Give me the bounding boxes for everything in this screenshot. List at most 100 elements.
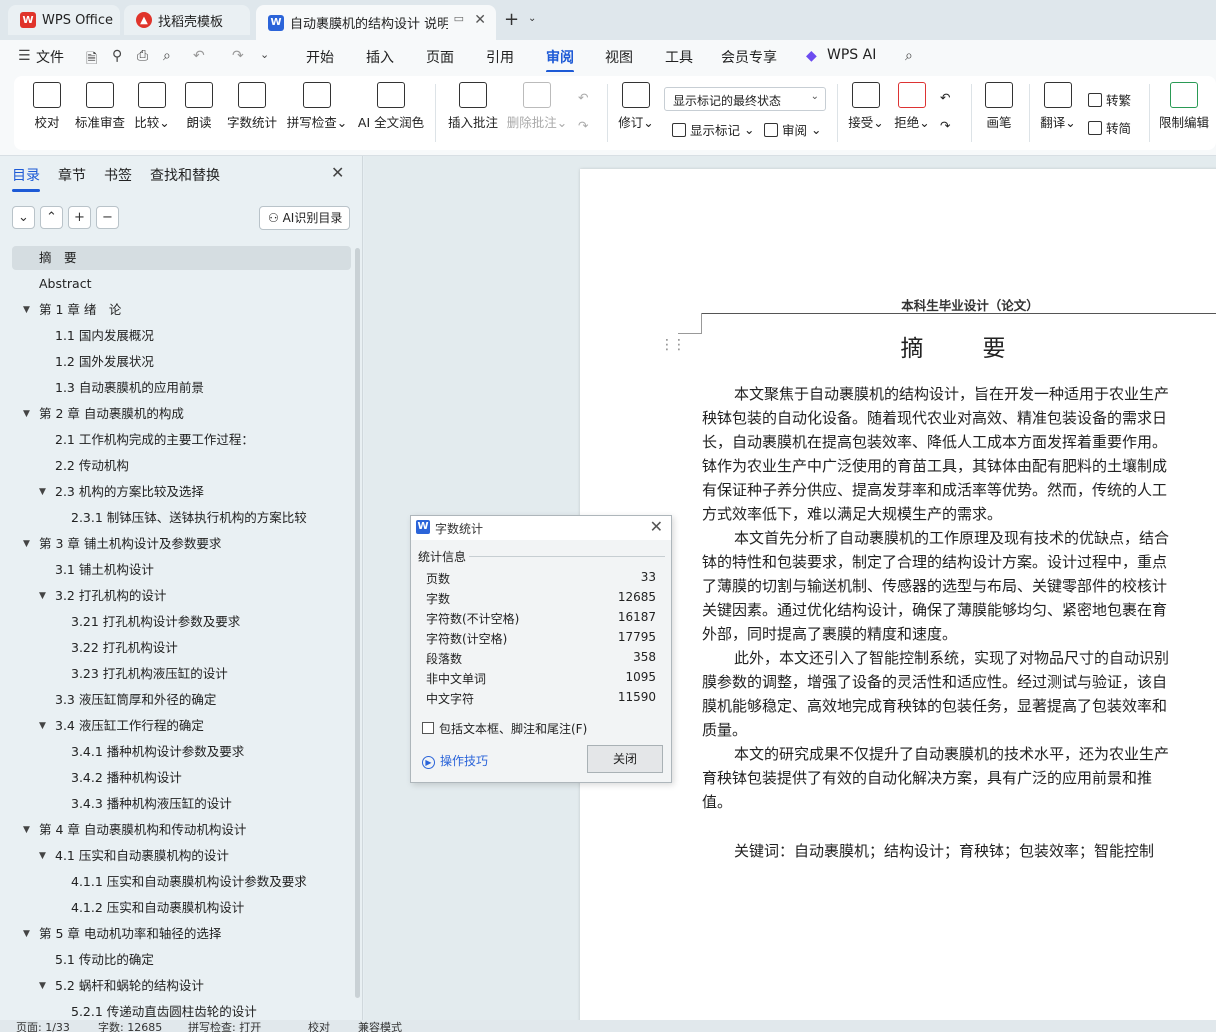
hamburger-icon[interactable]: ☰ [18, 48, 31, 64]
prev-comment-icon[interactable]: ↶ [578, 90, 588, 105]
toc-item[interactable]: 4.1.1 压实和自动裹膜机构设计参数及要求 [12, 870, 351, 894]
toc-item[interactable]: ▼ 3.4 液压缸工作行程的确定 [12, 714, 351, 738]
reject-button[interactable]: 拒绝⌄ [892, 76, 932, 131]
new-tab-icon[interactable]: + [504, 9, 519, 30]
review-pane-button[interactable]: 审阅 ⌄ [764, 120, 822, 139]
toc-item[interactable]: 3.22 打孔机构设计 [12, 636, 351, 660]
document-page[interactable]: 本科生毕业设计（论文） ⋮⋮ 摘 要 本文聚焦于自动裹膜机的结构设计，旨在开发一… [580, 169, 1216, 1029]
toc-item[interactable]: 5.1 传动比的确定 [12, 948, 351, 972]
collapse-arrow-icon[interactable]: ▼ [23, 298, 30, 322]
status-page[interactable]: 页面: 1/33 [16, 1020, 70, 1032]
print-icon[interactable]: ⎙ [137, 48, 148, 64]
scrollbar[interactable] [355, 248, 360, 998]
remove-heading-button[interactable]: − [96, 206, 119, 229]
tab-bookmarks[interactable]: 书签 [104, 165, 132, 185]
toc-item[interactable]: ▼ 2.3 机构的方案比较及选择 [12, 480, 351, 504]
tab-document[interactable]: W 自动裹膜机的结构设计 说明书 ▭ ✕ [256, 5, 496, 40]
word-count-button[interactable]: 字数统计 [226, 76, 278, 131]
menu-reference[interactable]: 引用 [486, 47, 514, 67]
chevron-down-icon[interactable]: ⌄ [260, 48, 269, 61]
close-icon[interactable]: ✕ [331, 163, 344, 182]
toc-item[interactable]: ▼ 第 1 章 绪 论 [12, 298, 351, 322]
collapse-arrow-icon[interactable]: ▼ [39, 844, 46, 868]
toc-item[interactable]: 2.3.1 制钵压钵、送钵执行机构的方案比较 [12, 506, 351, 530]
tab-template[interactable]: ▲ 找稻壳模板 [124, 5, 250, 35]
search-icon[interactable]: ⌕ [905, 48, 913, 64]
to-simplified-button[interactable]: 转简 [1088, 118, 1131, 137]
toc-item[interactable]: Abstract [12, 272, 351, 296]
ai-toc-button[interactable]: ⚇ AI识别目录 [259, 206, 350, 230]
menu-tools[interactable]: 工具 [665, 47, 693, 67]
accept-button[interactable]: 接受⌄ [846, 76, 886, 131]
chevron-down-icon[interactable]: ⌄ [528, 13, 536, 24]
toc-item[interactable]: ▼ 第 4 章 自动裹膜机构和传动机构设计 [12, 818, 351, 842]
monitor-icon[interactable]: ▭ [454, 12, 464, 25]
drag-handle-icon[interactable]: ⋮⋮ [660, 337, 686, 353]
expand-down-button[interactable]: ⌄ [12, 206, 35, 229]
pen-button[interactable]: 画笔 [984, 76, 1014, 131]
translate-button[interactable]: 翻译⌄ [1039, 76, 1077, 131]
track-changes-button[interactable]: 修订⌄ [616, 76, 656, 131]
close-button[interactable]: 关闭 [587, 745, 663, 773]
standard-review-button[interactable]: 标准审查 [74, 76, 126, 131]
next-change-icon[interactable]: ↷ [940, 118, 950, 133]
close-icon[interactable]: ✕ [650, 517, 663, 536]
collapse-arrow-icon[interactable]: ▼ [23, 402, 30, 426]
read-aloud-button[interactable]: 朗读 [184, 76, 214, 131]
toc-item[interactable]: 3.21 打孔机构设计参数及要求 [12, 610, 351, 634]
toc-item[interactable]: 1.2 国外发展状况 [12, 350, 351, 374]
toc-item[interactable]: 3.1 铺土机构设计 [12, 558, 351, 582]
ai-polish-button[interactable]: AI 全文润色 [356, 76, 426, 131]
add-heading-button[interactable]: + [68, 206, 91, 229]
toc-item[interactable]: 摘 要 [12, 246, 351, 270]
collapse-arrow-icon[interactable]: ▼ [23, 818, 30, 842]
tab-wps-office[interactable]: W WPS Office [8, 5, 120, 35]
spell-check-button[interactable]: 拼写检查⌄ [286, 76, 348, 131]
save-icon[interactable]: 🗎 [86, 48, 97, 72]
menu-page[interactable]: 页面 [426, 47, 454, 67]
toc-item[interactable]: 1.1 国内发展概况 [12, 324, 351, 348]
toc-item[interactable]: 3.4.1 播种机构设计参数及要求 [12, 740, 351, 764]
proofread-button[interactable]: 校对 [32, 76, 62, 131]
status-words[interactable]: 字数: 12685 [98, 1020, 162, 1032]
toc-item[interactable]: ▼ 5.2 蜗杆和蜗轮的结构设计 [12, 974, 351, 998]
menu-file[interactable]: 文件 [36, 47, 64, 67]
to-traditional-button[interactable]: 转繁 [1088, 90, 1131, 109]
toc-item[interactable]: ▼ 4.1 压实和自动裹膜机构的设计 [12, 844, 351, 868]
toc-item[interactable]: ▼ 3.2 打孔机构的设计 [12, 584, 351, 608]
markup-mode-select[interactable]: 显示标记的最终状态 ⌄ [664, 87, 826, 111]
toc-item[interactable]: 1.3 自动裹膜机的应用前景 [12, 376, 351, 400]
dialog-titlebar[interactable]: W 字数统计 ✕ [411, 516, 671, 540]
toc-item[interactable]: 2.2 传动机构 [12, 454, 351, 478]
redo-icon[interactable]: ↷ [232, 48, 244, 64]
menu-wps-ai[interactable]: WPS AI [827, 47, 876, 63]
collapse-arrow-icon[interactable]: ▼ [39, 714, 46, 738]
menu-insert[interactable]: 插入 [366, 47, 394, 67]
toc-item[interactable]: 2.1 工作机构完成的主要工作过程： [12, 428, 351, 452]
menu-member[interactable]: 会员专享 [721, 47, 777, 67]
toc-item[interactable]: 3.4.2 播种机构设计 [12, 766, 351, 790]
undo-icon[interactable]: ↶ [193, 48, 205, 64]
prev-change-icon[interactable]: ↶ [940, 90, 950, 105]
status-spell[interactable]: 拼写检查: 打开 [188, 1020, 261, 1032]
toc-item[interactable]: ▼ 第 2 章 自动裹膜机的构成 [12, 402, 351, 426]
collapse-arrow-icon[interactable]: ▼ [39, 480, 46, 504]
insert-comment-button[interactable]: 插入批注 [446, 76, 500, 131]
collapse-arrow-icon[interactable]: ▼ [39, 584, 46, 608]
restrict-edit-button[interactable]: 限制编辑 [1158, 76, 1210, 131]
show-markup-button[interactable]: 显示标记 ⌄ [672, 120, 755, 139]
tips-link[interactable]: ▶ 操作技巧 [422, 752, 488, 769]
collapse-up-button[interactable]: ⌃ [40, 206, 63, 229]
menu-start[interactable]: 开始 [306, 47, 334, 67]
toc-item[interactable]: 4.1.2 压实和自动裹膜机构设计 [12, 896, 351, 920]
menu-review[interactable]: 审阅 [546, 47, 574, 73]
collapse-arrow-icon[interactable]: ▼ [23, 922, 30, 946]
link-icon[interactable]: ⚲ [112, 48, 122, 64]
toc-item[interactable]: 3.3 液压缸筒厚和外径的确定 [12, 688, 351, 712]
tab-sections[interactable]: 章节 [58, 165, 86, 185]
tab-toc[interactable]: 目录 [12, 165, 40, 192]
status-proof[interactable]: 校对 [308, 1020, 330, 1032]
toc-item[interactable]: ▼ 第 3 章 铺土机构设计及参数要求 [12, 532, 351, 556]
next-comment-icon[interactable]: ↷ [578, 118, 588, 133]
delete-comment-button[interactable]: 删除批注⌄ [506, 76, 568, 131]
